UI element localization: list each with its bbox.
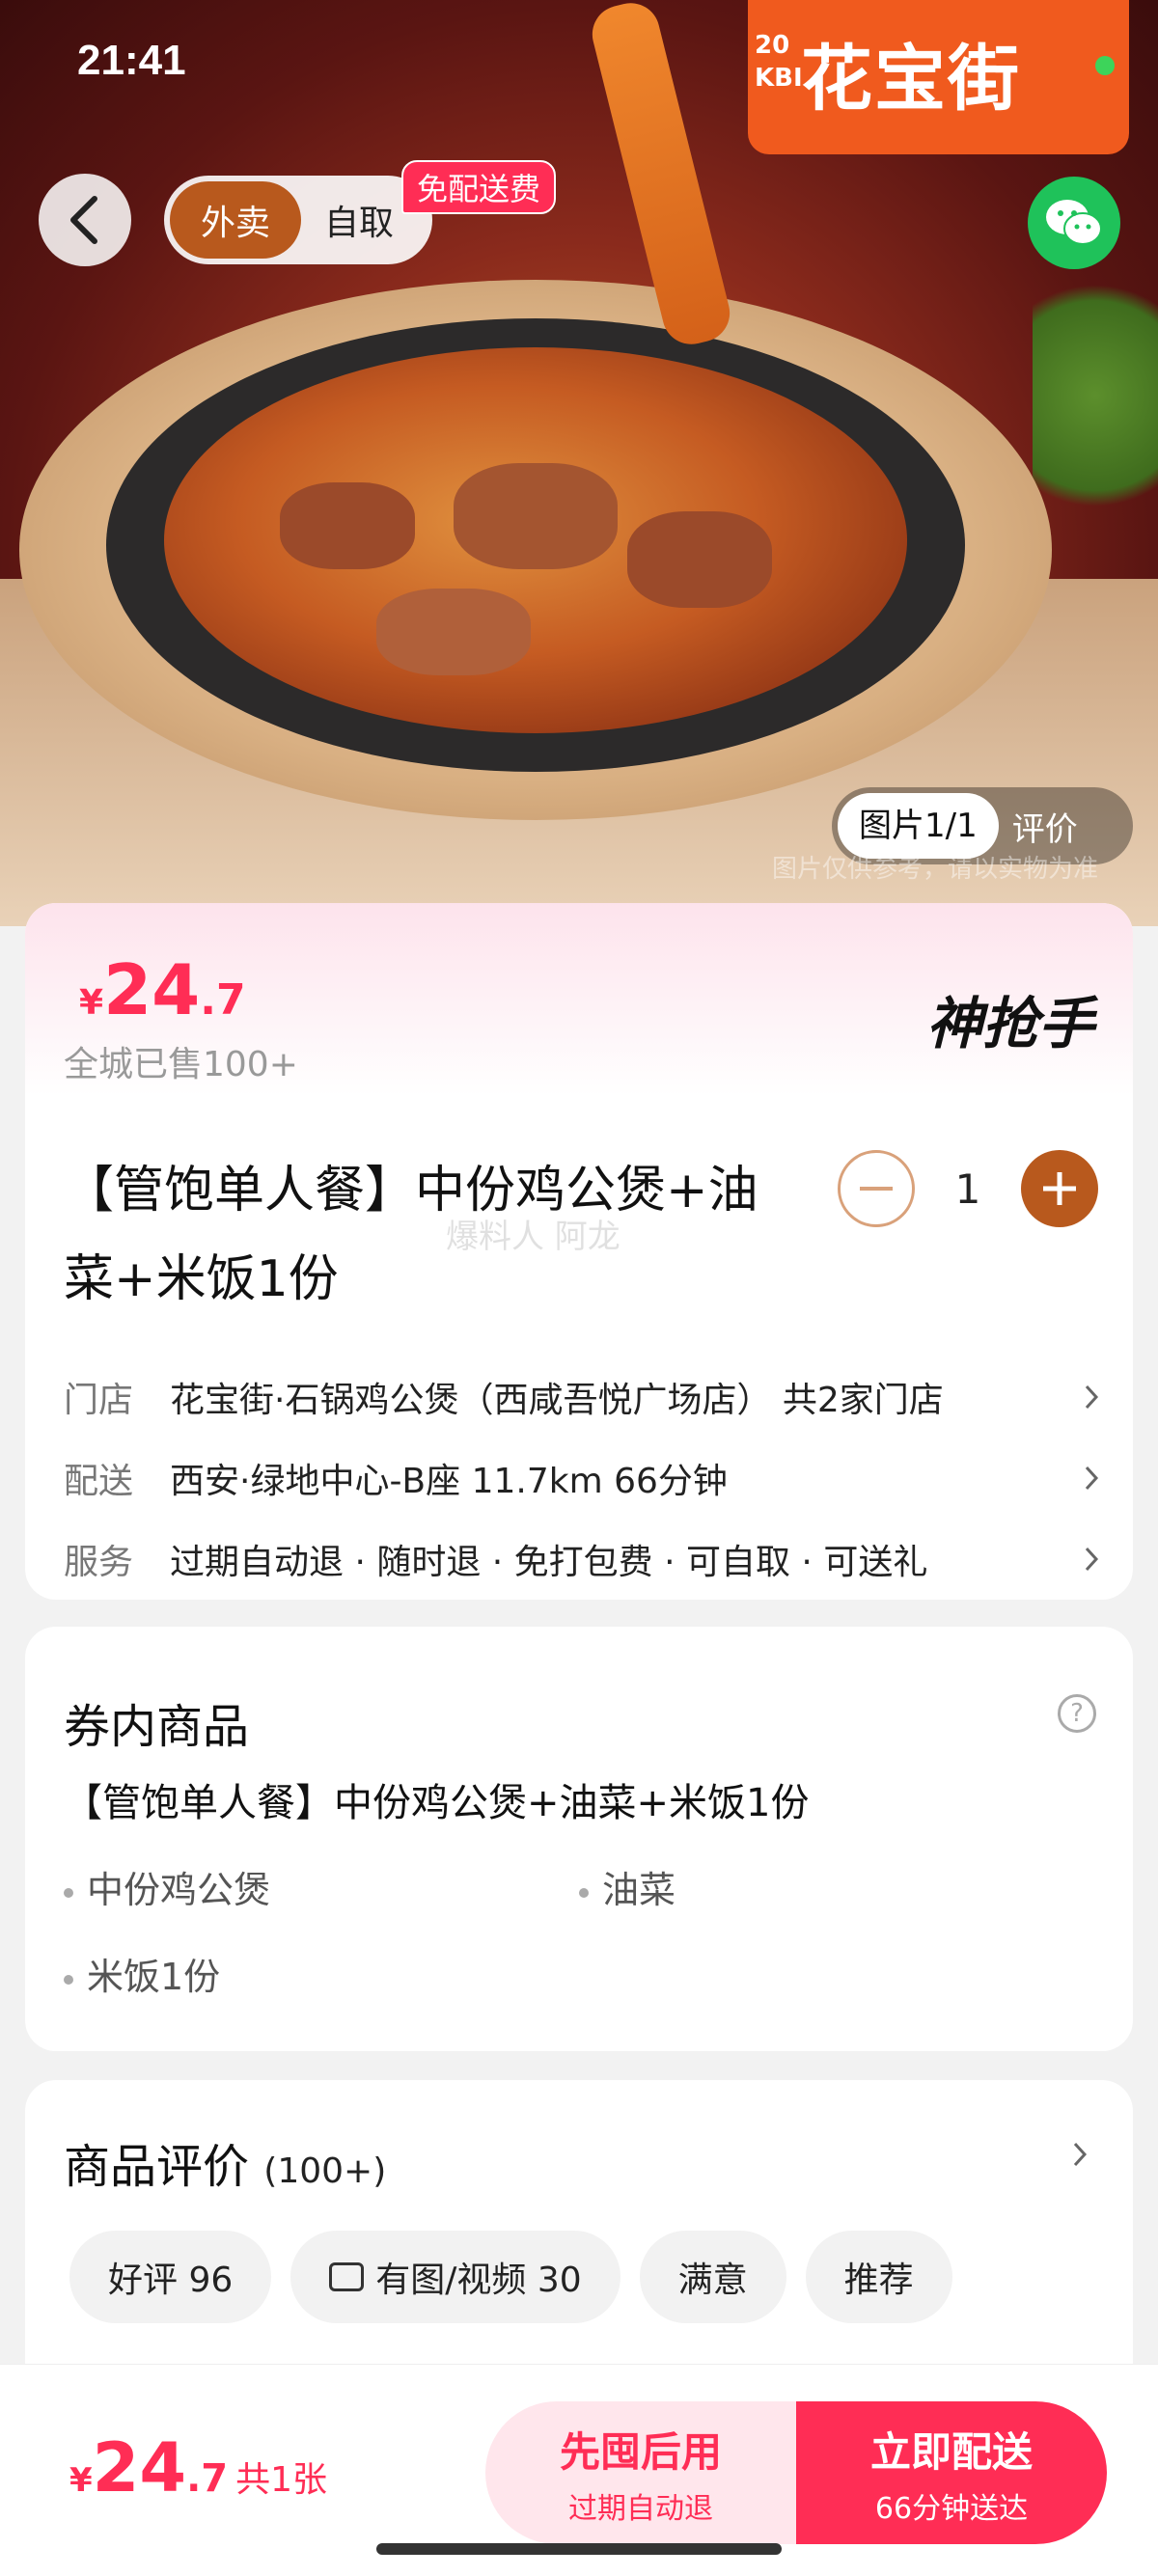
delivery-label: 配送 — [64, 1462, 134, 1501]
buy-later-label: 先囤后用 — [559, 2427, 722, 2476]
voucher-title: 券内商品 — [64, 1700, 250, 1754]
meat-chunk — [280, 482, 415, 569]
promo-label: 神抢手 — [925, 991, 1094, 1056]
chip-media-label: 有图/视频 30 — [375, 2261, 582, 2300]
minus-icon — [860, 1187, 893, 1191]
quantity-stepper: 1 — [838, 1150, 1098, 1227]
mode-pickup[interactable]: 自取 — [301, 181, 417, 259]
delivery-value: 西安·绿地中心-B座 11.7km 66分钟 — [170, 1462, 728, 1501]
list-item: 中份鸡公煲 — [64, 1860, 270, 1913]
brand-logo-text: 花宝街 — [801, 38, 1021, 121]
reviews-count: (100+) — [263, 2151, 387, 2191]
chevron-right-icon[interactable] — [1065, 2140, 1094, 2169]
product-info-card: ¥24.7 全城已售100+ 神抢手 【管饱单人餐】中份鸡公煲+油菜+米饭1份 … — [25, 903, 1133, 1600]
list-item: 米饭1份 — [64, 1947, 220, 2000]
delivery-row[interactable]: 配送 西安·绿地中心-B座 11.7km 66分钟 — [64, 1449, 1106, 1507]
buy-later-button[interactable]: 先囤后用 过期自动退 — [485, 2401, 796, 2544]
store-row[interactable]: 门店 花宝街·石锅鸡公煲（西咸吾悦广场店） 共2家门店 — [64, 1368, 1106, 1426]
quantity-value: 1 — [954, 1165, 981, 1213]
product-title: 【管饱单人餐】中份鸡公煲+油菜+米饭1份 — [64, 1162, 758, 1308]
tab-reviews-gallery[interactable]: 评价 — [999, 803, 1091, 850]
back-button[interactable] — [39, 174, 131, 266]
wechat-icon — [1046, 200, 1102, 245]
review-filter-chips: 好评 96 有图/视频 30 满意 推荐 — [69, 2231, 952, 2323]
wechat-share-button[interactable] — [1028, 177, 1120, 269]
meat-chunk — [627, 511, 772, 608]
sold-count: 全城已售100+ — [64, 1045, 298, 1084]
price-integer: 24 — [103, 949, 201, 1030]
store-value: 花宝街·石锅鸡公煲（西咸吾悦广场店） 共2家门店 — [170, 1381, 944, 1420]
currency-symbol: ¥ — [69, 2461, 93, 2500]
chip-media[interactable]: 有图/视频 30 — [290, 2231, 620, 2323]
deliver-now-button[interactable]: 立即配送 66分钟送达 — [796, 2401, 1107, 2544]
price-decimal: .7 — [200, 975, 246, 1025]
price-decimal: .7 — [186, 2456, 229, 2501]
image-icon — [329, 2262, 365, 2291]
delivery-mode-toggle[interactable]: 外卖 自取 — [164, 176, 432, 264]
combo-name: 【管饱单人餐】中份鸡公煲+油菜+米饭1份 — [64, 1781, 810, 1825]
chip-satisfied[interactable]: 满意 — [639, 2231, 786, 2323]
deliver-now-sub: 66分钟送达 — [874, 2491, 1029, 2526]
buy-later-sub: 过期自动退 — [568, 2491, 713, 2526]
voucher-quantity: 共1张 — [235, 2460, 328, 2500]
list-item: 油菜 — [579, 1860, 676, 1913]
home-indicator — [376, 2543, 782, 2555]
price-integer: 24 — [92, 2428, 187, 2507]
brand-dot — [1095, 56, 1115, 75]
brand-year: 20 KBI — [755, 31, 803, 93]
herb-garnish — [1033, 251, 1158, 540]
deliver-now-label: 立即配送 — [869, 2427, 1033, 2476]
total-price: ¥24.7 共1张 — [69, 2428, 327, 2507]
meat-chunk — [454, 463, 618, 569]
increase-button[interactable] — [1021, 1150, 1098, 1227]
mode-delivery[interactable]: 外卖 — [170, 181, 301, 259]
service-row[interactable]: 服务 过期自动退 · 随时退 · 免打包费 · 可自取 · 可送礼 — [64, 1530, 1106, 1588]
service-label: 服务 — [64, 1543, 134, 1582]
overlay-watermark: 爆料人 阿龙 — [446, 1218, 620, 1256]
chevron-left-icon — [70, 196, 97, 244]
help-icon[interactable]: ? — [1058, 1694, 1096, 1733]
voucher-contents-card: 券内商品 ? 【管饱单人餐】中份鸡公煲+油菜+米饭1份 中份鸡公煲 油菜 米饭1… — [25, 1627, 1133, 2051]
currency-symbol: ¥ — [79, 983, 104, 1023]
meat-chunk — [376, 589, 531, 675]
product-price: ¥24.7 — [79, 949, 246, 1030]
image-disclaimer: 图片仅供参考，请以实物为准 — [772, 855, 1099, 884]
action-buttons: 先囤后用 过期自动退 立即配送 66分钟送达 — [485, 2401, 1107, 2544]
reviews-title: 商品评价 — [64, 2140, 250, 2194]
reviews-header[interactable]: 商品评价 (100+) — [64, 2128, 386, 2196]
decrease-button[interactable] — [838, 1150, 915, 1227]
chip-recommend[interactable]: 推荐 — [805, 2231, 952, 2323]
status-time: 21:41 — [77, 37, 186, 84]
store-label: 门店 — [64, 1381, 134, 1420]
chicken-stew — [164, 347, 907, 733]
free-delivery-badge: 免配送费 — [401, 160, 557, 214]
service-value: 过期自动退 · 随时退 · 免打包费 · 可自取 · 可送礼 — [170, 1543, 928, 1582]
chevron-right-icon — [1077, 1464, 1106, 1493]
chevron-right-icon — [1077, 1383, 1106, 1411]
chip-positive[interactable]: 好评 96 — [69, 2231, 272, 2323]
chevron-right-icon — [1077, 1545, 1106, 1574]
